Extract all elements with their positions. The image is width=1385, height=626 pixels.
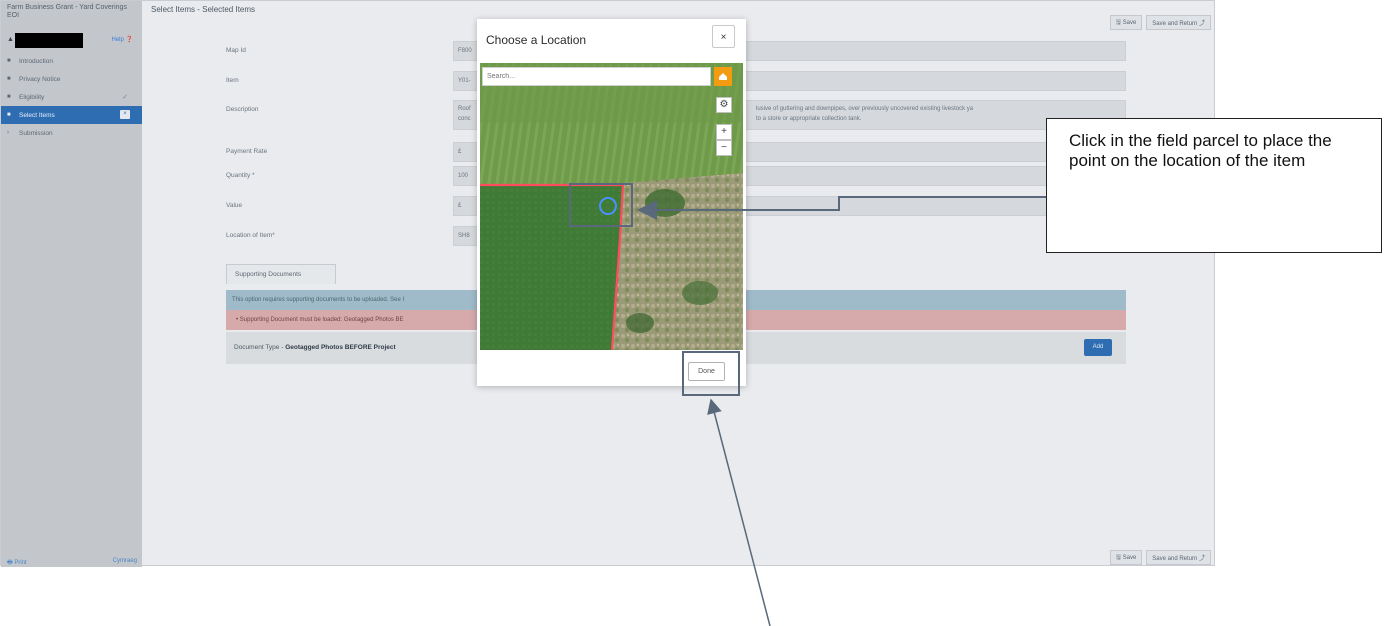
instruction-callout: Click in the field parcel to place the p… — [1046, 118, 1382, 253]
callout-text: Click in the field parcel to place the p… — [1069, 131, 1332, 170]
arrow-to-marker — [637, 196, 1046, 220]
arrow-to-done — [707, 398, 771, 626]
annotation-arrows — [637, 196, 1046, 626]
